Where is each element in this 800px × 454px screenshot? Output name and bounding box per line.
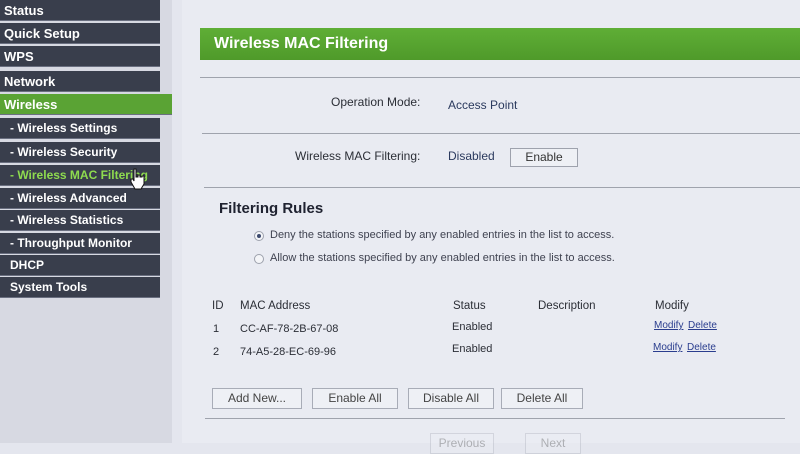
divider	[205, 418, 785, 419]
row-status: Enabled	[452, 321, 493, 333]
nav-dhcp[interactable]: DHCP	[0, 255, 160, 276]
nav-quick-setup[interactable]: Quick Setup	[0, 23, 160, 44]
allow-label: Allow the stations specified by any enab…	[270, 252, 615, 264]
col-id: ID	[212, 300, 224, 312]
enable-all-button[interactable]: Enable All	[312, 388, 398, 409]
delete-all-button[interactable]: Delete All	[501, 388, 583, 409]
mac-filtering-status: Disabled	[448, 149, 495, 163]
previous-button[interactable]: Previous	[430, 433, 494, 454]
col-description: Description	[538, 300, 596, 312]
add-new-button[interactable]: Add New...	[212, 388, 302, 409]
sidebar: Status Quick Setup WPS Network Wireless …	[0, 0, 172, 443]
row-mac: 74-A5-28-EC-69-96	[240, 346, 336, 358]
deny-radio[interactable]	[254, 231, 264, 241]
next-button[interactable]: Next	[525, 433, 581, 454]
nav-system-tools[interactable]: System Tools	[0, 277, 160, 298]
nav-wireless-advanced[interactable]: - Wireless Advanced	[0, 188, 160, 209]
main-content	[182, 0, 800, 443]
enable-filtering-button[interactable]: Enable	[510, 148, 578, 167]
filtering-rules-title: Filtering Rules	[219, 200, 324, 217]
row-status: Enabled	[452, 343, 493, 355]
page-title: Wireless MAC Filtering	[200, 28, 800, 60]
nav-status[interactable]: Status	[0, 0, 160, 21]
nav-wireless[interactable]: Wireless	[0, 94, 172, 115]
nav-network[interactable]: Network	[0, 71, 160, 92]
modify-link[interactable]: Modify	[653, 342, 682, 353]
delete-link[interactable]: Delete	[688, 320, 717, 331]
hand-cursor-icon	[130, 168, 145, 190]
row-id: 1	[213, 323, 220, 335]
modify-link[interactable]: Modify	[654, 320, 683, 331]
deny-label: Deny the stations specified by any enabl…	[270, 229, 615, 241]
nav-throughput-monitor[interactable]: - Throughput Monitor	[0, 233, 160, 254]
row-id: 2	[213, 346, 220, 358]
allow-radio[interactable]	[254, 254, 264, 264]
operation-mode-value: Access Point	[448, 98, 518, 112]
divider	[204, 187, 800, 188]
col-status: Status	[453, 300, 486, 312]
divider	[200, 77, 800, 78]
mac-filtering-label: Wireless MAC Filtering:	[295, 149, 421, 163]
col-mac-address: MAC Address	[240, 300, 311, 312]
nav-wireless-statistics[interactable]: - Wireless Statistics	[0, 210, 160, 231]
nav-wireless-settings[interactable]: - Wireless Settings	[0, 118, 160, 139]
nav-wireless-security[interactable]: - Wireless Security	[0, 142, 160, 163]
disable-all-button[interactable]: Disable All	[408, 388, 494, 409]
nav-wps[interactable]: WPS	[0, 46, 160, 67]
row-mac: CC-AF-78-2B-67-08	[240, 323, 339, 335]
col-modify: Modify	[655, 300, 689, 312]
delete-link[interactable]: Delete	[687, 342, 716, 353]
divider	[202, 133, 800, 134]
operation-mode-label: Operation Mode:	[331, 95, 421, 109]
